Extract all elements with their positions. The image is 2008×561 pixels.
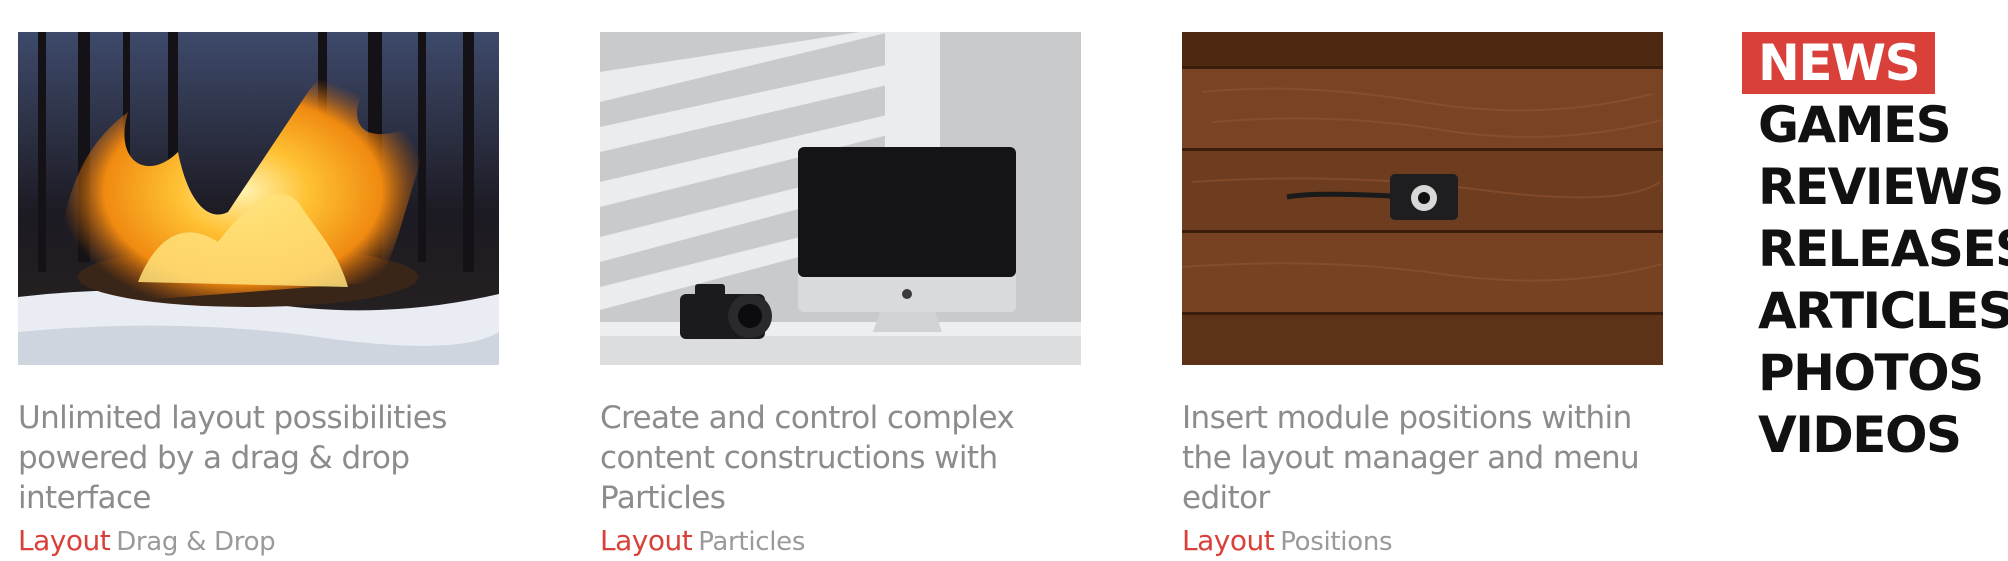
article-card-3: Insert module positions within the layou… — [1182, 32, 1663, 561]
article-title[interactable]: Unlimited layout possibilities powered b… — [18, 398, 499, 518]
menu-item-news[interactable]: NEWS — [1742, 32, 1936, 94]
article-tag-link[interactable]: Particles — [698, 527, 805, 557]
menu-item-articles[interactable]: ARTICLES — [1742, 280, 2008, 342]
article-category-link[interactable]: Layout — [1182, 524, 1275, 557]
menu-item-releases[interactable]: RELEASES — [1742, 218, 2008, 280]
article-category-link[interactable]: Layout — [18, 524, 111, 557]
article-meta: Layout Positions — [1182, 522, 1663, 561]
article-meta: Layout Particles — [600, 522, 1081, 561]
article-tag-link[interactable]: Drag & Drop — [116, 527, 276, 557]
article-image-camera-wood[interactable] — [1182, 32, 1663, 365]
article-card-2: Create and control complex content const… — [600, 32, 1081, 561]
article-title[interactable]: Insert module positions within the layou… — [1182, 398, 1663, 518]
menu-item-reviews[interactable]: REVIEWS — [1742, 156, 2008, 218]
fire-photo — [18, 32, 499, 365]
article-image-imac[interactable] — [600, 32, 1081, 365]
article-image-burning-log[interactable] — [18, 32, 499, 365]
menu-item-photos[interactable]: PHOTOS — [1742, 342, 2008, 404]
category-menu: NEWS GAMES REVIEWS RELEASES ARTICLES PHO… — [1742, 32, 2008, 466]
menu-item-games[interactable]: GAMES — [1742, 94, 2008, 156]
camera-on-wood-photo — [1182, 32, 1663, 365]
menu-item-videos[interactable]: VIDEOS — [1742, 404, 2008, 466]
imac-photo — [600, 32, 1081, 365]
article-card-1: Unlimited layout possibilities powered b… — [18, 32, 499, 561]
article-category-link[interactable]: Layout — [600, 524, 693, 557]
article-tag-link[interactable]: Positions — [1280, 527, 1392, 557]
article-title[interactable]: Create and control complex content const… — [600, 398, 1081, 518]
article-meta: Layout Drag & Drop — [18, 522, 499, 561]
